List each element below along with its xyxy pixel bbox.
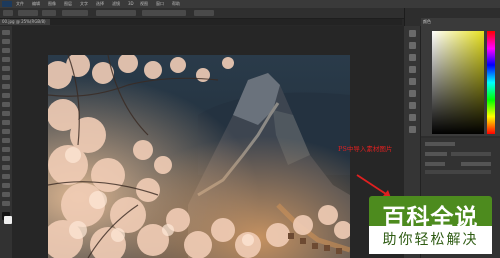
eyedropper-tool-icon[interactable] xyxy=(2,75,10,80)
menu-view[interactable]: 视图 xyxy=(140,1,148,7)
blend-mode-select[interactable] xyxy=(425,162,445,166)
navigator-panel-icon[interactable] xyxy=(409,114,416,121)
option-transform-controls[interactable] xyxy=(62,10,88,16)
imported-photo[interactable] xyxy=(48,55,350,258)
move-tool-icon[interactable] xyxy=(2,30,10,35)
watermark-title: 百科全说 xyxy=(382,205,479,231)
history-brush-tool-icon[interactable] xyxy=(2,111,10,116)
menu-select[interactable]: 选择 xyxy=(96,1,104,7)
option-dropdown[interactable] xyxy=(42,10,56,16)
menu-3d[interactable]: 3D xyxy=(128,1,134,7)
annotation-label: PS中导入素材图片 xyxy=(338,145,393,153)
hand-tool-icon[interactable] xyxy=(2,192,10,197)
marquee-tool-icon[interactable] xyxy=(2,39,10,44)
gradient-tool-icon[interactable] xyxy=(2,129,10,134)
option-3d-mode[interactable] xyxy=(194,10,214,16)
align-buttons[interactable] xyxy=(96,10,136,16)
menu-bar: 文件 编辑 图像 图层 文字 选择 滤镜 3D 视图 窗口 帮助 xyxy=(0,0,500,8)
shape-tool-icon[interactable] xyxy=(2,183,10,188)
opacity-field[interactable] xyxy=(461,162,491,166)
menu-edit[interactable]: 编辑 xyxy=(32,1,40,7)
zoom-tool-icon[interactable] xyxy=(2,201,10,206)
layer-filter[interactable] xyxy=(425,152,447,156)
option-auto-select[interactable] xyxy=(18,10,38,16)
quick-select-tool-icon[interactable] xyxy=(2,57,10,62)
menu-file[interactable]: 文件 xyxy=(16,1,24,7)
color-panel-title: 颜色 xyxy=(423,19,431,24)
lock-controls[interactable] xyxy=(425,170,491,174)
clone-stamp-tool-icon[interactable] xyxy=(2,102,10,107)
menu-layer[interactable]: 图层 xyxy=(64,1,72,7)
document-tab[interactable]: 00.jpg @ 25%(RGB/8) xyxy=(0,19,50,25)
menu-help[interactable]: 帮助 xyxy=(172,1,180,7)
menu-filter[interactable]: 滤镜 xyxy=(112,1,120,7)
eraser-tool-icon[interactable] xyxy=(2,120,10,125)
watermark-subtitle: 助你轻松解决 xyxy=(382,232,479,248)
menu-image[interactable]: 图像 xyxy=(48,1,56,7)
brush-panel-icon[interactable] xyxy=(409,54,416,61)
history-panel-icon[interactable] xyxy=(409,30,416,37)
watermark-logo: 百科全说 助你轻松解决 xyxy=(369,196,492,254)
menu-window[interactable]: 窗口 xyxy=(156,1,164,7)
type-tool-icon[interactable] xyxy=(2,165,10,170)
crop-tool-icon[interactable] xyxy=(2,66,10,71)
hue-slider[interactable] xyxy=(487,31,495,134)
healing-brush-tool-icon[interactable] xyxy=(2,84,10,89)
adjustments-panel-icon[interactable] xyxy=(409,126,416,133)
layers-tab[interactable] xyxy=(425,142,455,146)
tools-panel xyxy=(0,26,12,258)
background-color-swatch[interactable] xyxy=(4,216,12,224)
blur-tool-icon[interactable] xyxy=(2,138,10,143)
actions-panel-icon[interactable] xyxy=(409,102,416,109)
brush-tool-icon[interactable] xyxy=(2,93,10,98)
layer-filter-icons[interactable] xyxy=(451,152,491,156)
distribute-buttons[interactable] xyxy=(142,10,186,16)
properties-panel-icon[interactable] xyxy=(409,42,416,49)
character-panel-icon[interactable] xyxy=(409,66,416,73)
menu-type[interactable]: 文字 xyxy=(80,1,88,7)
lasso-tool-icon[interactable] xyxy=(2,48,10,53)
info-panel-icon[interactable] xyxy=(409,90,416,97)
photoshop-logo-icon xyxy=(2,1,12,7)
dodge-tool-icon[interactable] xyxy=(2,147,10,152)
paragraph-panel-icon[interactable] xyxy=(409,78,416,85)
pen-tool-icon[interactable] xyxy=(2,156,10,161)
document-tab-strip xyxy=(50,19,402,25)
path-select-tool-icon[interactable] xyxy=(2,174,10,179)
color-picker-field[interactable] xyxy=(432,31,484,134)
tool-preset-icon[interactable] xyxy=(3,10,13,16)
